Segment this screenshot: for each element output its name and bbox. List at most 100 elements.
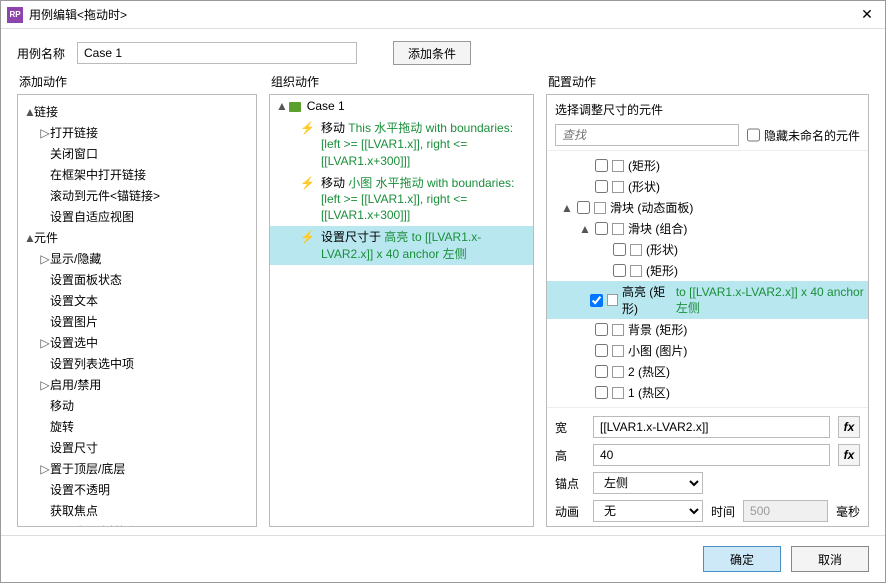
org-action-item[interactable]: ⚡设置尺寸于 高亮 to [[LVAR1.x-LVAR2.x]] x 40 an… [270,226,533,264]
case-name-input[interactable] [77,42,357,64]
anim-select[interactable]: 无 [593,500,703,522]
action-tree-item[interactable]: 滚动到元件<锚链接> [18,185,256,206]
widget-tree-item[interactable]: 高亮 (矩形) to [[LVAR1.x-LVAR2.x]] x 40 anch… [547,281,868,319]
chevron-right-icon[interactable]: ▷ [40,126,50,140]
widget-label: 滑块 (动态面板) [610,199,693,216]
widget-tree-item[interactable]: (矩形) [547,155,868,176]
widget-checkbox[interactable] [595,344,608,357]
chevron-down-icon[interactable]: ▲ [276,98,286,114]
widget-checkbox[interactable] [577,201,590,214]
config-action-header: 配置动作 [546,73,869,90]
widget-checkbox[interactable] [613,264,626,277]
widget-tree-item[interactable]: ▲ 滑块 (组合) [547,218,868,239]
lightning-icon: ⚡ [300,175,315,224]
widget-type-icon [612,387,624,399]
action-tree-item[interactable]: 移动 [18,395,256,416]
action-tree-label: 设置自适应视图 [50,210,134,224]
action-tree-label: 设置图片 [50,315,98,329]
action-tree-item[interactable]: 设置不透明 [18,479,256,500]
action-tree-item[interactable]: 设置列表选中项 [18,353,256,374]
action-tree-item[interactable]: 展开/折叠树节点 [18,521,256,527]
action-tree-item[interactable]: 设置自适应视图 [18,206,256,227]
action-tree-item[interactable]: 设置图片 [18,311,256,332]
ok-button[interactable]: 确定 [703,546,781,572]
widget-type-icon [612,181,624,193]
time-label: 时间 [711,503,735,520]
width-fx-button[interactable]: fx [838,416,860,438]
add-condition-button[interactable]: 添加条件 [393,41,471,65]
widget-tree-item[interactable]: (矩形) [547,260,868,281]
widget-checkbox[interactable] [595,159,608,172]
hide-unnamed-text: 隐藏未命名的元件 [764,127,860,144]
action-tree-item[interactable]: 设置文本 [18,290,256,311]
chevron-right-icon[interactable]: ▷ [40,252,50,266]
widget-checkbox[interactable] [613,243,626,256]
org-action-text: 设置尺寸于 高亮 to [[LVAR1.x-LVAR2.x]] x 40 anc… [321,229,527,261]
action-tree-item[interactable]: 关闭窗口 [18,143,256,164]
action-tree-item[interactable]: ▷置于顶层/底层 [18,458,256,479]
widget-tree: (矩形)(形状)▲滑块 (动态面板)▲滑块 (组合)(形状)(矩形)高亮 (矩形… [547,150,868,408]
folder-icon [289,102,301,112]
widget-tree-item[interactable]: 小图 (图片) [547,340,868,361]
action-tree-item[interactable]: 在框架中打开链接 [18,164,256,185]
widget-tree-item[interactable]: 背景 (矩形) [547,319,868,340]
chevron-down-icon[interactable]: ▲ [561,201,573,215]
titlebar: RP 用例编辑<拖动时> ✕ [1,1,885,29]
widget-tree-item[interactable]: (形状) [547,239,868,260]
org-action-item[interactable]: ⚡移动 小图 水平拖动 with boundaries: [left >= [[… [270,172,533,227]
action-tree-item[interactable]: ▲链接 [18,101,256,122]
anchor-select[interactable]: 左侧 [593,472,703,494]
action-tree-item[interactable]: ▷打开链接 [18,122,256,143]
chevron-right-icon[interactable]: ▷ [40,336,50,350]
width-input[interactable] [593,416,830,438]
widget-type-icon [630,265,642,277]
widget-checkbox[interactable] [595,365,608,378]
height-input[interactable] [593,444,830,466]
widget-type-icon [612,223,624,235]
widget-label: (形状) [628,178,660,195]
action-tree-item[interactable]: ▷设置选中 [18,332,256,353]
widget-checkbox[interactable] [595,180,608,193]
action-tree-item[interactable]: 设置面板状态 [18,269,256,290]
org-case[interactable]: ▲ Case 1 [270,95,533,117]
hide-unnamed-label[interactable]: 隐藏未命名的元件 [747,124,860,146]
widget-type-icon [607,294,618,306]
action-tree-item[interactable]: ▷启用/禁用 [18,374,256,395]
chevron-down-icon[interactable]: ▲ [579,222,591,236]
action-tree-item[interactable]: 设置尺寸 [18,437,256,458]
chevron-right-icon[interactable]: ▷ [40,378,50,392]
widget-tree-item[interactable]: (形状) [547,176,868,197]
widget-checkbox[interactable] [595,222,608,235]
widget-tree-item[interactable]: 1 (热区) [547,382,868,403]
chevron-down-icon[interactable]: ▲ [24,105,34,119]
widget-checkbox[interactable] [590,294,603,307]
cancel-button[interactable]: 取消 [791,546,869,572]
widget-label: 滑块 (组合) [628,220,687,237]
action-tree-label: 设置文本 [50,294,98,308]
widget-type-icon [612,160,624,172]
widget-tree-item[interactable]: ▲ 滑块 (动态面板) [547,197,868,218]
widget-checkbox[interactable] [595,386,608,399]
widget-tree-item[interactable]: 2 (热区) [547,361,868,382]
window-title: 用例编辑<拖动时> [29,6,855,23]
org-action-column: 组织动作 ▲ Case 1 ⚡移动 This 水平拖动 with boundar… [269,73,534,527]
action-tree-label: 滚动到元件<锚链接> [50,189,160,203]
widget-type-icon [612,366,624,378]
widget-label: 小图 (图片) [628,342,687,359]
anchor-label: 锚点 [555,475,585,492]
action-tree-label: 打开链接 [50,126,98,140]
action-tree-item[interactable]: 旋转 [18,416,256,437]
action-tree-item[interactable]: 获取焦点 [18,500,256,521]
widget-checkbox[interactable] [595,323,608,336]
height-fx-button[interactable]: fx [838,444,860,466]
chevron-right-icon[interactable]: ▷ [40,462,50,476]
search-row: 隐藏未命名的元件 [547,120,868,150]
org-action-item[interactable]: ⚡移动 This 水平拖动 with boundaries: [left >= … [270,117,533,172]
action-tree-item[interactable]: ▲元件 [18,227,256,248]
search-input[interactable] [555,124,739,146]
action-tree-item[interactable]: ▷显示/隐藏 [18,248,256,269]
close-icon[interactable]: ✕ [855,6,879,23]
chevron-down-icon[interactable]: ▲ [24,231,34,245]
hide-unnamed-checkbox[interactable] [747,124,760,146]
lightning-icon: ⚡ [300,120,315,169]
